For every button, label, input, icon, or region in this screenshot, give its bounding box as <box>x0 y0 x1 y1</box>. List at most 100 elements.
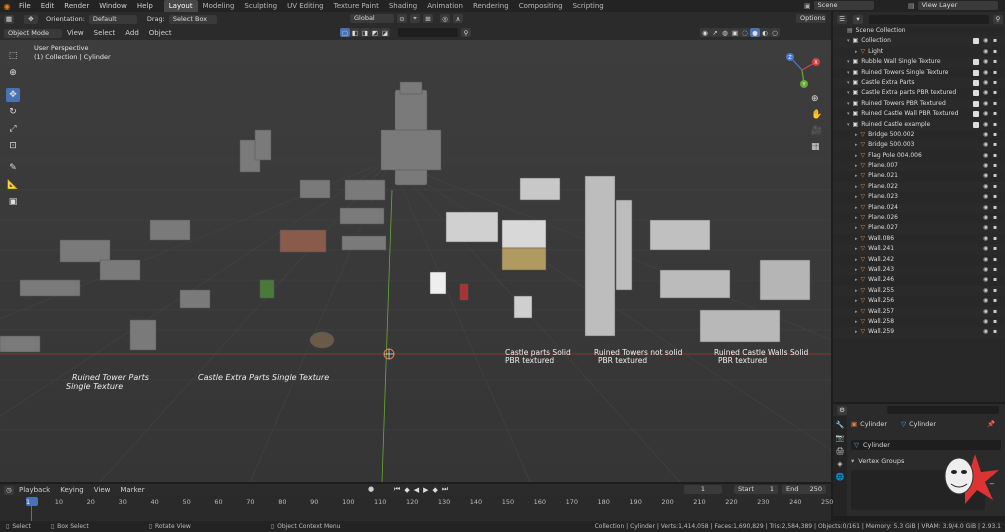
camera-icon[interactable]: ▪ <box>993 109 997 119</box>
viewport-menu-select[interactable]: Select <box>89 26 121 40</box>
rotate-tool-icon[interactable]: ↻ <box>6 105 20 119</box>
outliner-row[interactable]: ▸ ▽ Plane.022 ◉ ▪ <box>833 181 1005 193</box>
outliner-row[interactable]: ▸ ▽ Light ◉ ▪ <box>833 47 1005 57</box>
eye-icon[interactable]: ◉ <box>983 317 988 327</box>
eye-icon[interactable]: ◉ <box>983 307 988 317</box>
outliner-row[interactable]: ▸ ▽ Plane.023 ◉ ▪ <box>833 192 1005 202</box>
properties-editor-type-icon[interactable]: ⚙ <box>837 405 847 415</box>
drag-dropdown[interactable]: Select Box <box>168 14 217 24</box>
expand-arrow-icon[interactable]: ▾ <box>847 80 850 86</box>
tab-animation[interactable]: Animation <box>422 0 468 12</box>
gizmo-toggle-icon[interactable]: ↗ <box>710 28 720 37</box>
menu-file[interactable]: File <box>14 0 36 12</box>
select-set-icon[interactable]: ▢ <box>340 28 350 37</box>
outliner-row[interactable]: ▸ ▽ Wall.241 ◉ ▪ <box>833 244 1005 255</box>
camera-icon[interactable]: ▪ <box>993 47 997 57</box>
transform-tool-icon[interactable]: ⊡ <box>6 139 20 153</box>
expand-arrow-icon[interactable]: ▸ <box>855 267 858 273</box>
eye-icon[interactable]: ◉ <box>983 213 988 223</box>
measure-tool-icon[interactable]: 📐 <box>6 178 20 192</box>
3d-viewport[interactable]: ⬚ ⊕ ✥ ↻ ⤢ ⊡ ✎ 📐 ▣ User Perspective (1) C… <box>0 40 831 482</box>
end-frame-field[interactable]: End 250 <box>782 485 826 494</box>
proportional-edit-icon[interactable]: ◎ <box>440 14 450 23</box>
timeline-menu-playback[interactable]: Playback <box>14 484 55 496</box>
expand-arrow-icon[interactable]: ▸ <box>855 329 858 335</box>
expand-arrow-icon[interactable]: ▸ <box>855 142 858 148</box>
zoom-icon[interactable]: ⊕ <box>811 94 819 104</box>
eye-icon[interactable]: ◉ <box>983 161 988 171</box>
exclude-checkbox[interactable] <box>973 100 979 107</box>
material-shading-icon[interactable]: ◐ <box>760 28 770 37</box>
eye-icon[interactable]: ◉ <box>983 327 988 337</box>
snap-icon[interactable]: ⌖ <box>410 14 420 23</box>
eye-icon[interactable]: ◉ <box>983 120 988 130</box>
outliner-row[interactable]: ▾ ▣ Castle Extra Parts ◉ ▪ <box>833 77 1005 89</box>
play-reverse-icon[interactable]: ◀ <box>414 486 419 494</box>
solid-shading-icon[interactable]: ● <box>750 28 760 37</box>
rendered-shading-icon[interactable]: ○ <box>770 28 780 37</box>
outliner-row[interactable]: ▸ ▽ Bridge 500.003 ◉ ▪ <box>833 140 1005 151</box>
outliner-row[interactable]: ▾ ▣ Ruined Towers PBR Textured ◉ ▪ <box>833 98 1005 110</box>
annotate-tool-icon[interactable]: ✎ <box>6 161 20 175</box>
outliner-row[interactable]: ▸ ▽ Wall.255 ◉ ▪ <box>833 285 1005 297</box>
expand-arrow-icon[interactable]: ▸ <box>855 309 858 315</box>
outliner-row[interactable]: ▸ ▽ Wall.258 ◉ ▪ <box>833 317 1005 327</box>
select-invert-icon[interactable]: ◩ <box>370 28 380 37</box>
tab-modeling[interactable]: Modeling <box>198 0 240 12</box>
camera-icon[interactable]: ▪ <box>993 296 997 306</box>
render-tab-icon[interactable]: 📷 <box>833 434 847 442</box>
expand-arrow-icon[interactable]: ▸ <box>855 132 858 138</box>
expand-arrow-icon[interactable]: ▸ <box>855 257 858 263</box>
perspective-toggle-icon[interactable]: ▦ <box>811 142 820 152</box>
scale-tool-icon[interactable]: ⤢ <box>6 122 20 136</box>
camera-icon[interactable]: ▪ <box>993 307 997 317</box>
viewport-menu-object[interactable]: Object <box>144 26 177 40</box>
expand-arrow-icon[interactable]: ▸ <box>855 205 858 211</box>
vertex-groups-section[interactable]: ▾ Vertex Groups <box>851 457 904 465</box>
output-tab-icon[interactable]: 🖨 <box>833 447 847 455</box>
expand-arrow-icon[interactable]: ▸ <box>855 246 858 252</box>
filter-icon[interactable]: ⚲ <box>461 28 471 37</box>
viewport-menu-add[interactable]: Add <box>120 26 144 40</box>
camera-icon[interactable]: ▪ <box>993 286 997 296</box>
outliner-row[interactable]: ▸ ▽ Bridge 500.002 ◉ ▪ <box>833 130 1005 140</box>
scene-tab-icon[interactable]: ◈ <box>833 460 847 468</box>
outliner-row[interactable]: ▸ ▽ Flag Pole 004.006 ◉ ▪ <box>833 151 1005 161</box>
eye-icon[interactable]: ◉ <box>983 130 988 140</box>
expand-arrow-icon[interactable]: ▾ <box>847 38 850 44</box>
view-layer-selector[interactable]: ▤ View Layer <box>908 1 998 10</box>
select-subtract-icon[interactable]: ◨ <box>360 28 370 37</box>
outliner-row[interactable]: ▸ ▽ Plane.027 ◉ ▪ <box>833 223 1005 234</box>
camera-icon[interactable]: ▪ <box>993 140 997 150</box>
options-button[interactable]: Options <box>796 14 826 23</box>
next-keyframe-icon[interactable]: ◆ <box>432 486 437 494</box>
expand-arrow-icon[interactable]: ▸ <box>855 298 858 304</box>
viewport-search-input[interactable] <box>398 28 458 37</box>
expand-arrow-icon[interactable]: ▸ <box>855 319 858 325</box>
exclude-checkbox[interactable] <box>973 79 979 86</box>
navigation-gizmo[interactable]: Z Y X <box>776 48 828 94</box>
expand-arrow-icon[interactable]: ▸ <box>855 288 858 294</box>
camera-icon[interactable]: ▪ <box>993 99 997 109</box>
scene-selector[interactable]: ▣ Scene <box>804 1 874 10</box>
camera-icon[interactable]: ▪ <box>993 120 997 130</box>
expand-arrow-icon[interactable]: ▸ <box>855 236 858 242</box>
tab-scripting[interactable]: Scripting <box>568 0 609 12</box>
editor-type-icon[interactable]: ▦ <box>4 14 14 24</box>
menu-edit[interactable]: Edit <box>36 0 60 12</box>
outliner-row[interactable]: ▾ ▣ Ruined Castle example ◉ ▪ <box>833 119 1005 130</box>
camera-icon[interactable]: ▪ <box>993 68 997 78</box>
outliner-row[interactable]: ▸ ▽ Wall.086 ◉ ▪ <box>833 234 1005 244</box>
outliner-filter-icon[interactable]: ⚲ <box>993 14 1003 24</box>
cursor-tool-icon[interactable]: ⊕ <box>6 66 20 80</box>
eye-icon[interactable]: ◉ <box>983 223 988 233</box>
eye-icon[interactable]: ◉ <box>983 68 988 78</box>
pin-icon[interactable]: 📌 <box>987 420 995 428</box>
timeline-menu-keying[interactable]: Keying <box>55 484 89 496</box>
current-frame-field[interactable]: 1 <box>684 485 722 494</box>
expand-arrow-icon[interactable]: ▸ <box>855 49 858 55</box>
eye-icon[interactable]: ◉ <box>983 171 988 181</box>
exclude-checkbox[interactable] <box>973 111 979 118</box>
eye-icon[interactable]: ◉ <box>983 109 988 119</box>
outliner-row[interactable]: ▸ ▽ Plane.007 ◉ ▪ <box>833 161 1005 172</box>
